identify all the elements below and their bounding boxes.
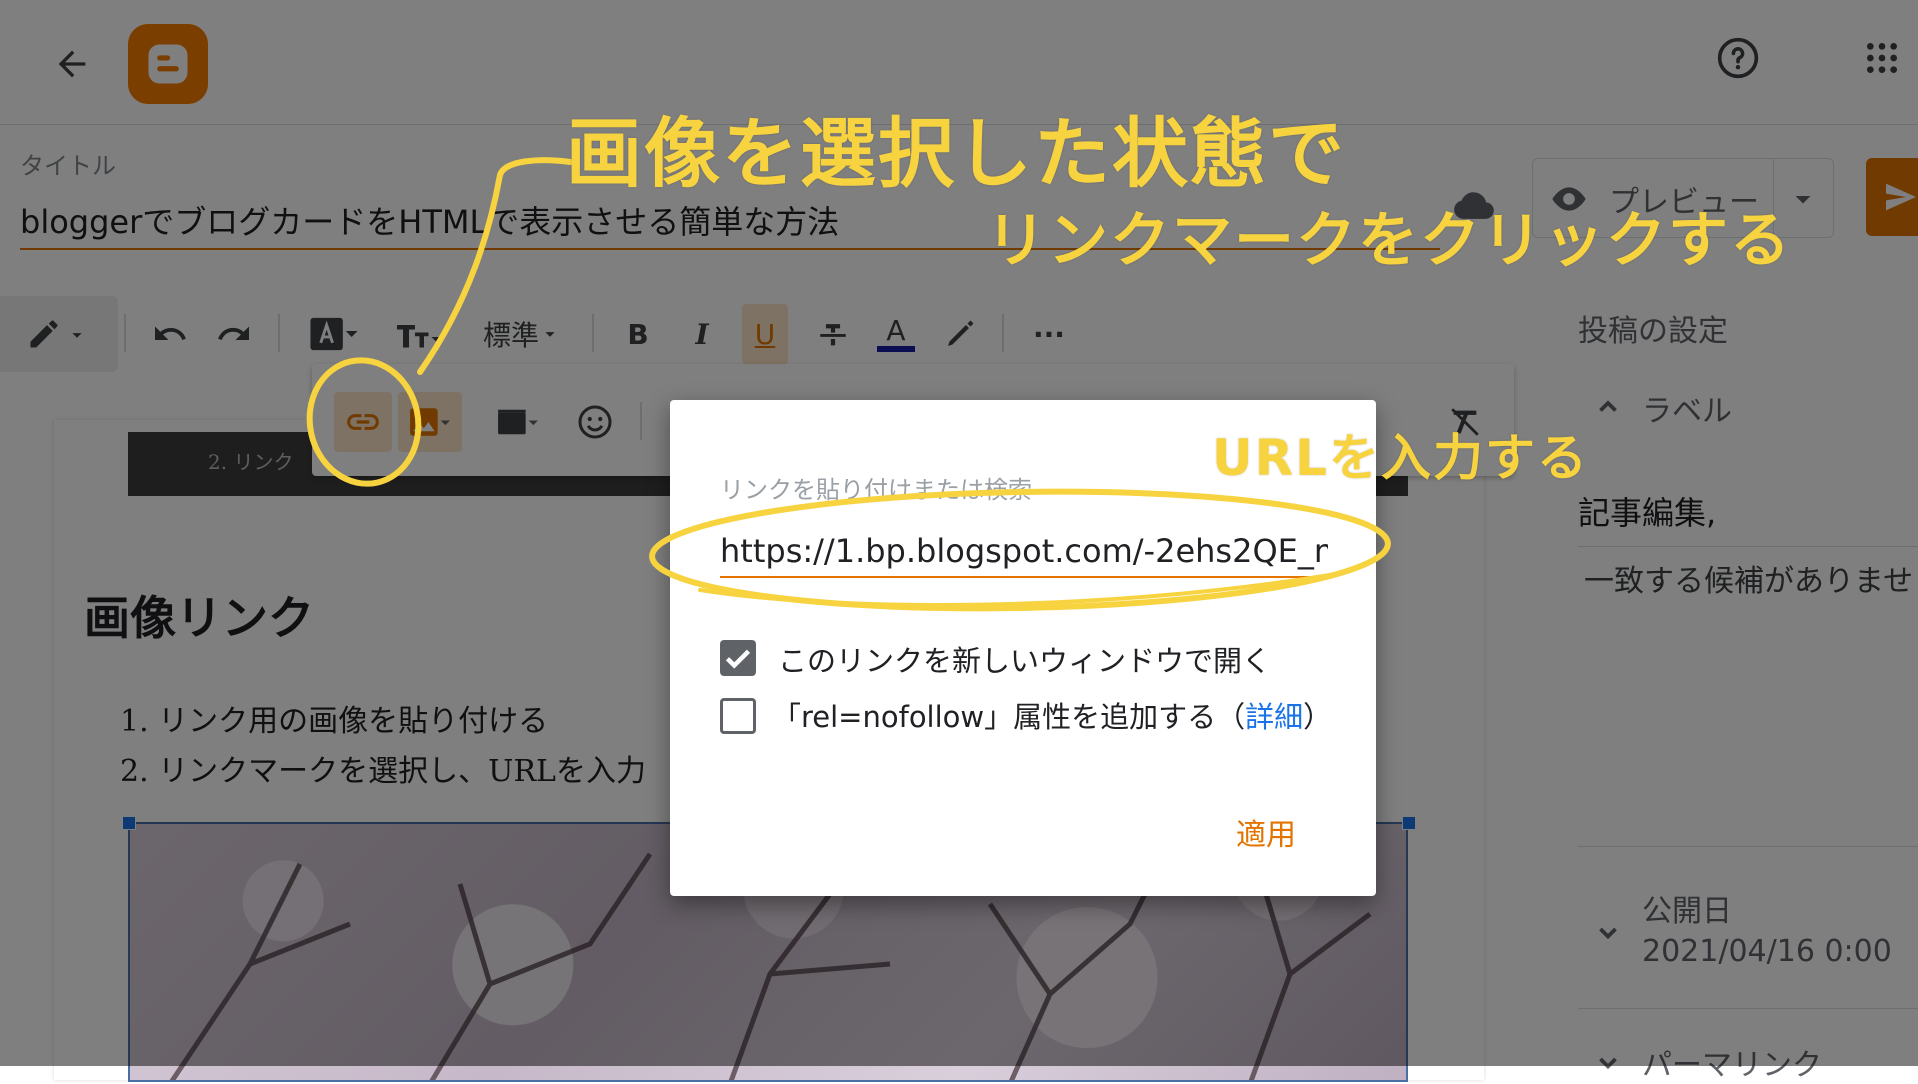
checkmark-icon <box>725 649 751 669</box>
new-window-label[interactable]: このリンクを新しいウィンドウで開く <box>778 638 1271 680</box>
link-url-input[interactable]: https://1.bp.blogspot.com/-2ehs2QE_mN <box>720 526 1328 578</box>
link-field-label: リンクを貼り付けまたは検索 <box>720 476 1032 504</box>
nofollow-label-suffix: ） <box>1303 700 1333 734</box>
apply-button[interactable]: 適用 <box>1218 804 1314 860</box>
nofollow-label-prefix: 「rel=nofollow」属性を追加する（ <box>772 700 1246 734</box>
nofollow-label[interactable]: 「rel=nofollow」属性を追加する（詳細） <box>772 694 1332 736</box>
details-link[interactable]: 詳細 <box>1245 700 1303 734</box>
link-dialog: リンクを貼り付けまたは検索 https://1.bp.blogspot.com/… <box>670 400 1376 896</box>
nofollow-checkbox[interactable] <box>720 698 756 734</box>
new-window-checkbox[interactable] <box>720 640 756 676</box>
